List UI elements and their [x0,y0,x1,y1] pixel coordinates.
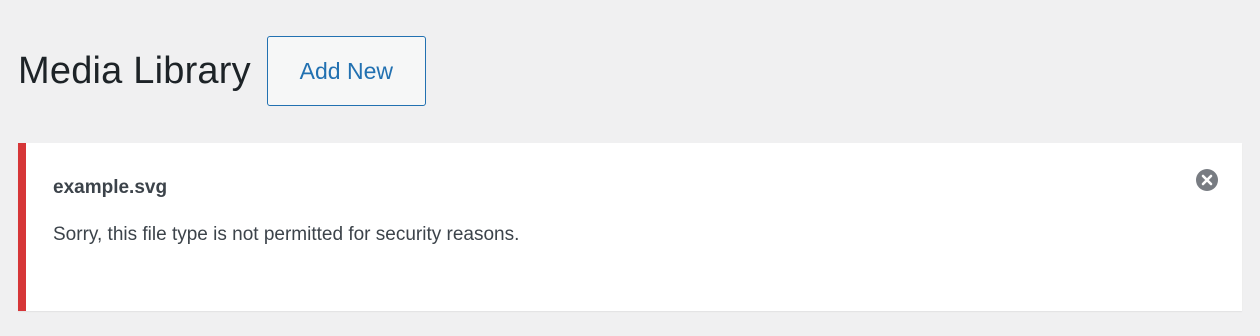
close-circle-icon [1195,168,1219,192]
page-header: Media Library Add New [18,36,426,106]
notice-message: Sorry, this file type is not permitted f… [53,224,520,245]
page-title: Media Library [18,50,251,92]
dismiss-button[interactable] [1194,167,1219,192]
add-new-button[interactable]: Add New [266,36,426,106]
notice-filename: example.svg [53,177,168,198]
error-notice: example.svg Sorry, this file type is not… [18,143,1242,311]
media-library-page: Media Library Add New example.svg Sorry,… [0,0,1260,336]
